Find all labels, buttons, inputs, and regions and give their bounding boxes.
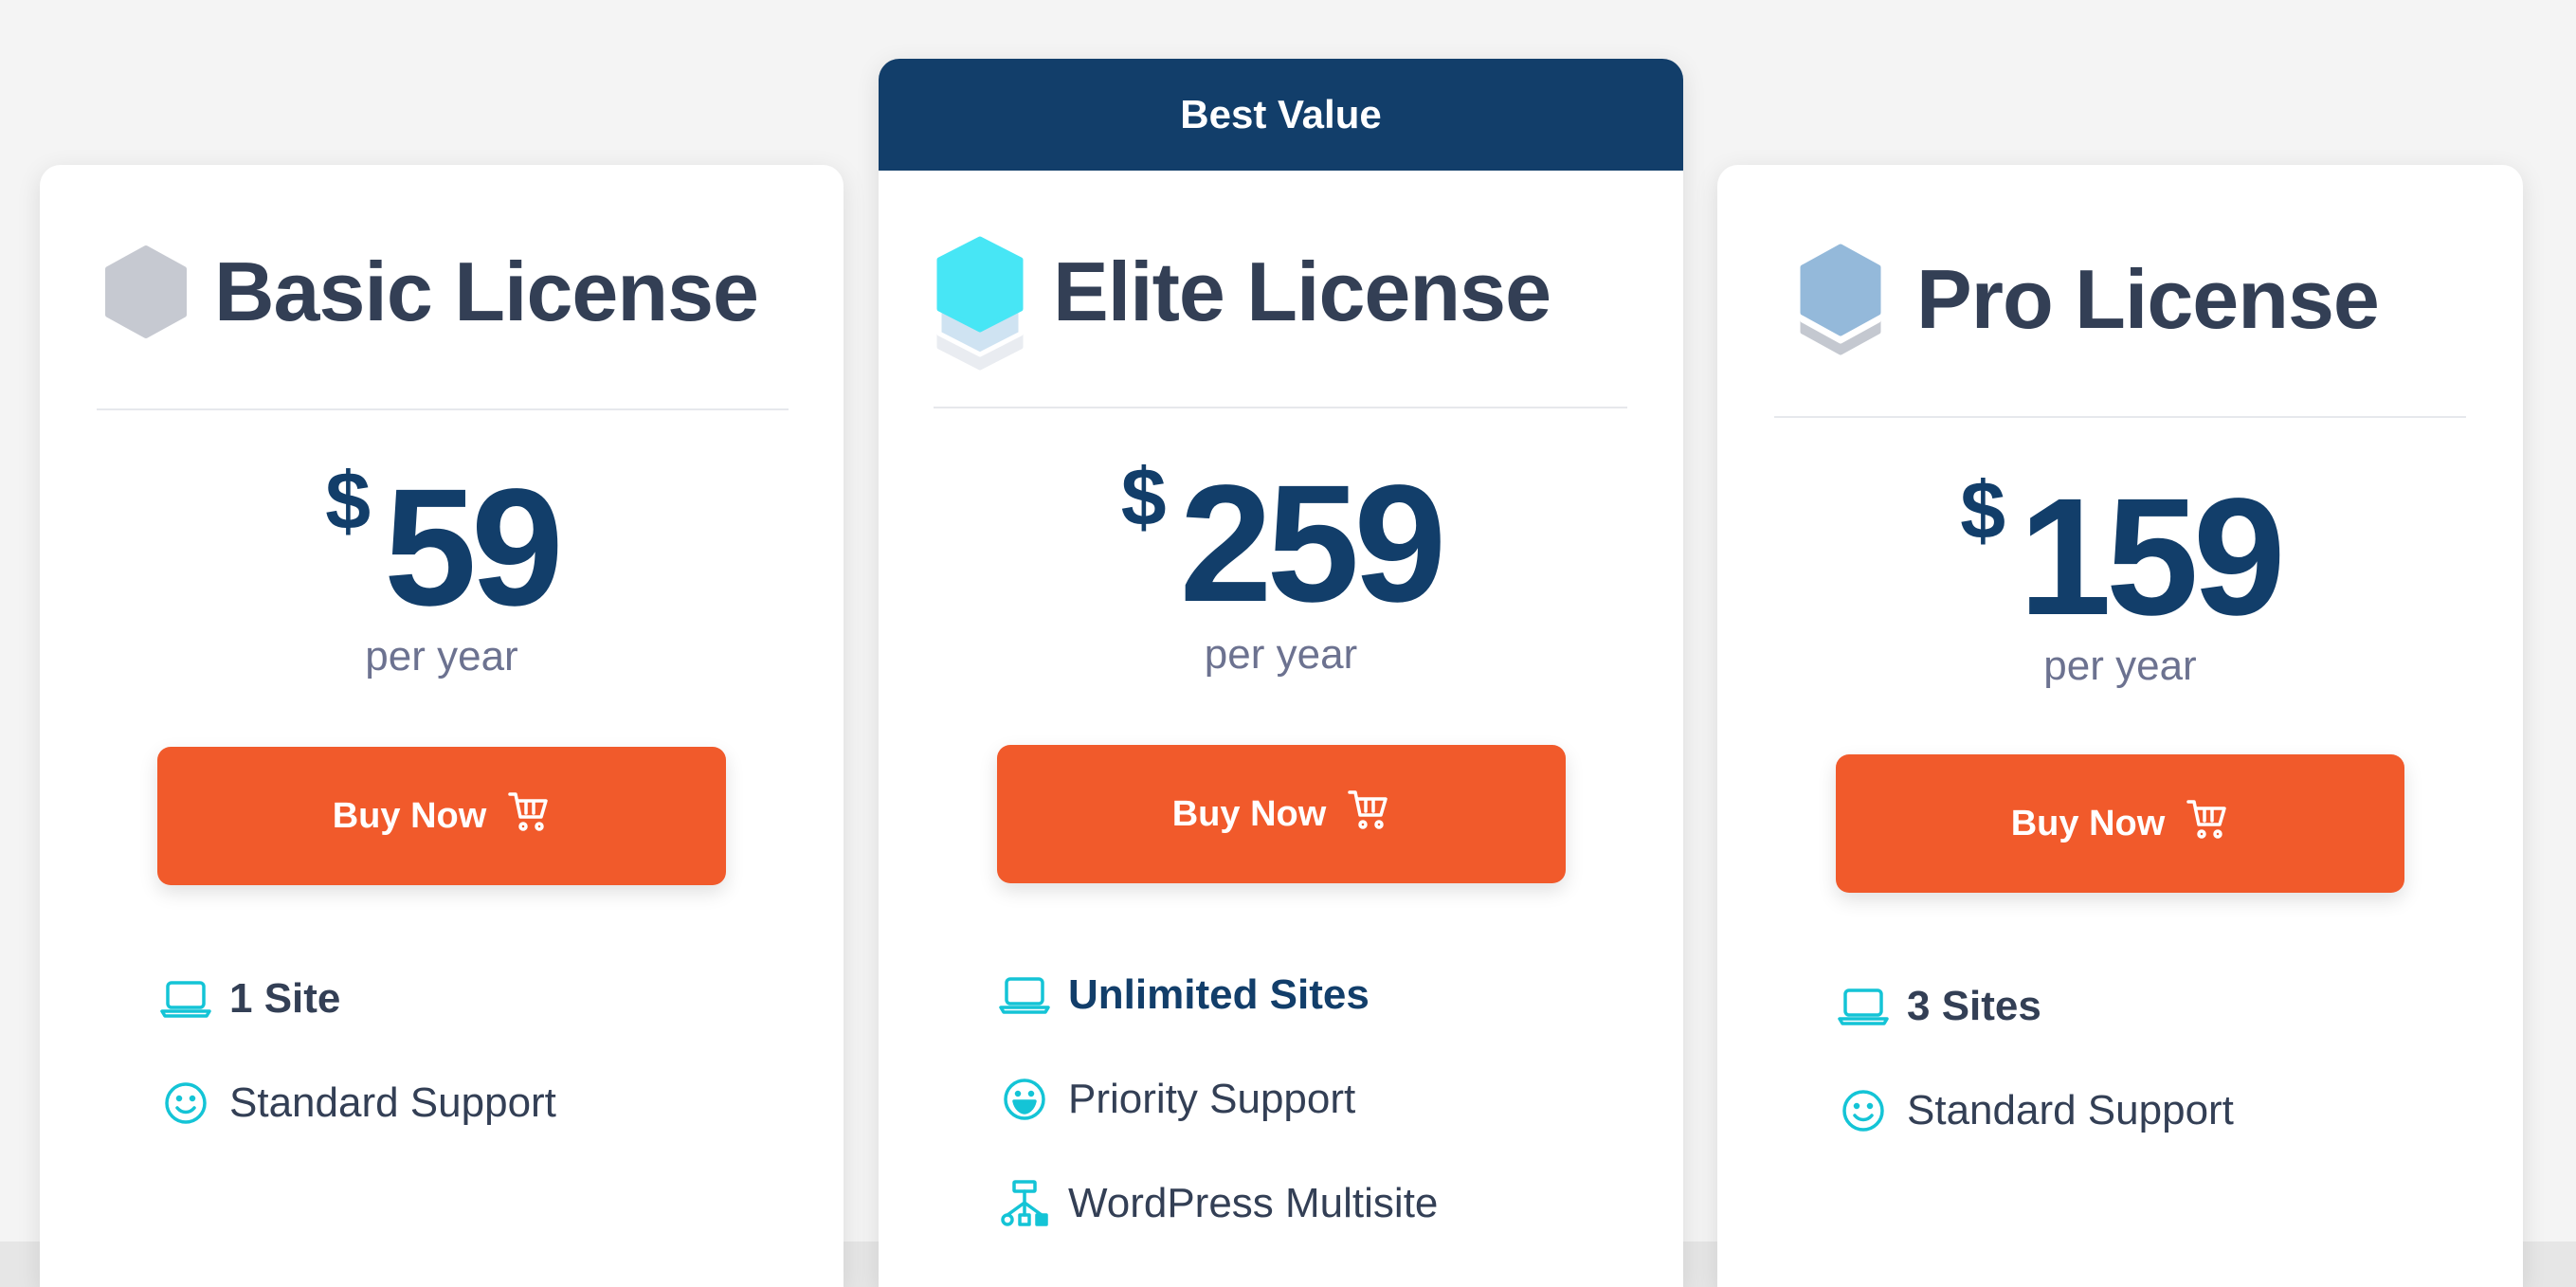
divider [934, 407, 1627, 408]
network-icon [998, 1177, 1051, 1230]
price: $59 [40, 456, 844, 631]
price: $259 [879, 452, 1683, 627]
feature-label: 3 Sites [1907, 983, 2041, 1029]
cart-icon [507, 789, 551, 843]
laptop-icon [159, 972, 212, 1025]
buy-now-button[interactable]: Buy Now [997, 745, 1566, 883]
feature-sites: Unlimited Sites [998, 969, 1370, 1022]
divider [1774, 416, 2466, 418]
plan-card-basic: Basic License $59 per year Buy Now 1 Sit… [40, 165, 844, 1287]
currency-symbol: $ [1960, 465, 2006, 556]
billing-period: per year [365, 633, 518, 680]
cart-icon [2186, 797, 2229, 850]
hexagon-gray-icon [105, 245, 187, 338]
plan-card-elite: Best Value Elite License $259 per year B… [879, 59, 1683, 1287]
price-amount: 259 [1179, 451, 1447, 637]
price: $159 [1717, 465, 2523, 641]
laptop-icon [1837, 980, 1890, 1033]
buy-now-button[interactable]: Buy Now [1836, 754, 2404, 893]
billing-period: per year [2043, 643, 2197, 689]
plan-title: Elite License [1053, 245, 1551, 338]
grin-icon [998, 1073, 1051, 1126]
currency-symbol: $ [325, 456, 372, 547]
divider [97, 408, 789, 410]
smile-icon [159, 1077, 212, 1130]
hexagon-stack-blue-icon [1800, 244, 1881, 355]
feature-multisite: WordPress Multisite [998, 1177, 1438, 1230]
best-value-banner: Best Value [879, 59, 1683, 171]
feature-support: Standard Support [159, 1077, 556, 1130]
feature-sites: 3 Sites [1837, 980, 2041, 1033]
feature-support: Priority Support [998, 1073, 1355, 1126]
price-amount: 59 [384, 455, 564, 641]
buy-now-button[interactable]: Buy Now [157, 747, 726, 885]
feature-label: WordPress Multisite [1068, 1180, 1439, 1226]
smile-icon [1837, 1084, 1890, 1137]
price-amount: 159 [2019, 464, 2286, 650]
plan-title: Basic License [214, 245, 759, 338]
plan-card-pro: Pro License $159 per year Buy Now 3 Site… [1717, 165, 2523, 1287]
feature-label: Priority Support [1068, 1076, 1356, 1122]
cart-icon [1347, 788, 1390, 841]
feature-label: Unlimited Sites [1068, 971, 1370, 1018]
feature-label: 1 Site [229, 975, 341, 1022]
plan-title: Pro License [1916, 252, 2380, 346]
feature-sites: 1 Site [159, 972, 340, 1025]
feature-support: Standard Support [1837, 1084, 2234, 1137]
laptop-icon [998, 969, 1051, 1022]
buy-now-label: Buy Now [2010, 803, 2166, 843]
billing-period: per year [1204, 631, 1358, 678]
currency-symbol: $ [1120, 452, 1167, 543]
feature-label: Standard Support [229, 1079, 556, 1126]
buy-now-label: Buy Now [1171, 793, 1327, 834]
buy-now-label: Buy Now [332, 795, 487, 836]
feature-label: Standard Support [1907, 1087, 2234, 1133]
hexagon-stack-cyan-icon [936, 236, 1024, 371]
